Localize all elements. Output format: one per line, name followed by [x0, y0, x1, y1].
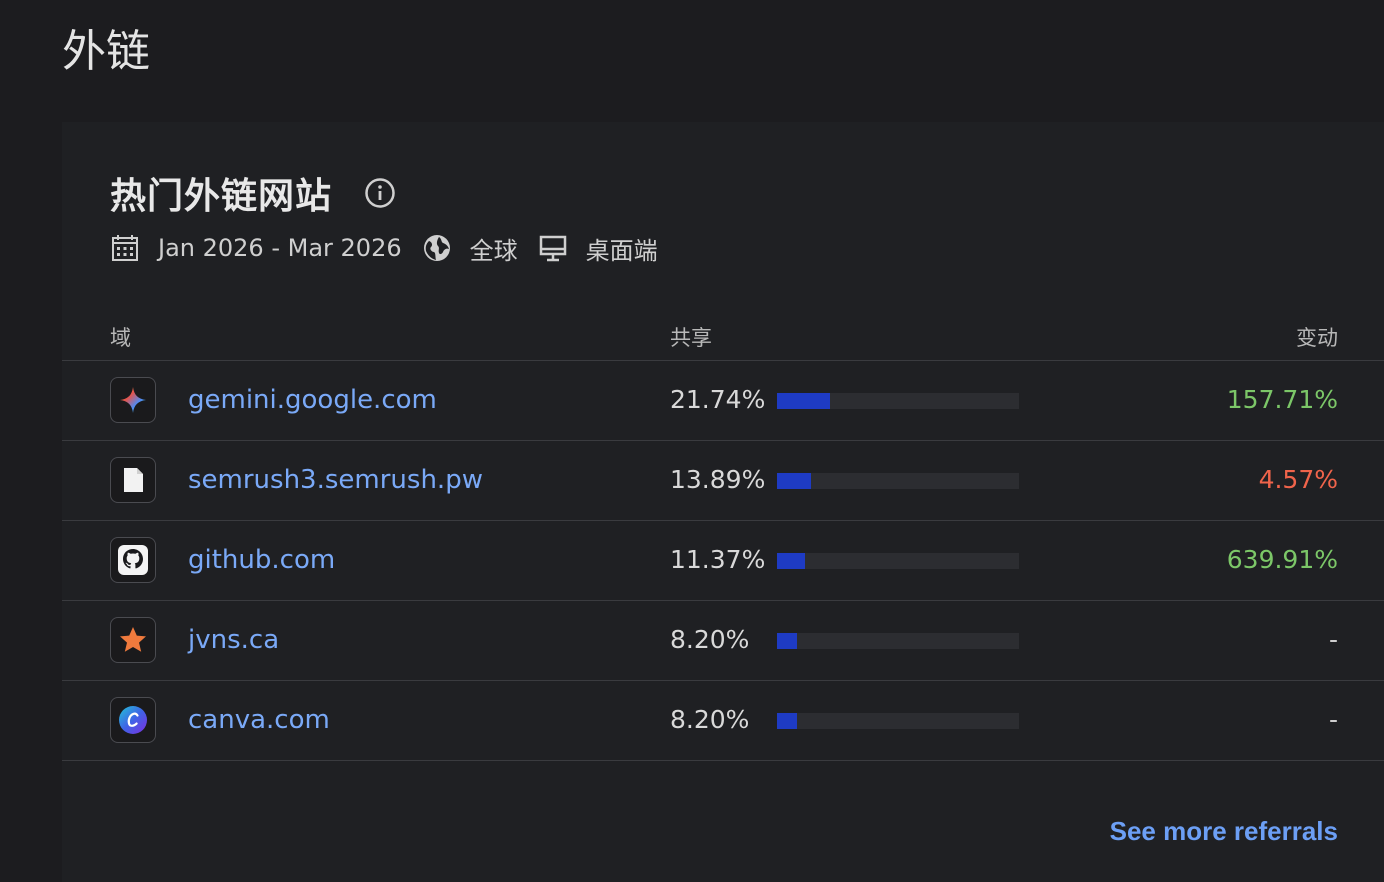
card-header: 热门外链网站: [110, 168, 396, 218]
desktop-icon: [538, 233, 568, 263]
star-icon: [110, 617, 156, 663]
column-header-change[interactable]: 变动: [1296, 322, 1338, 352]
change-value: 157.71%: [1226, 385, 1338, 414]
change-value: -: [1328, 625, 1338, 654]
table-row: canva.com 8.20% -: [62, 680, 1384, 761]
column-header-share[interactable]: 共享: [670, 322, 712, 352]
change-value: -: [1328, 705, 1338, 734]
calendar-icon: [110, 233, 140, 263]
share-bar: [777, 633, 1019, 649]
table-row: jvns.ca 8.20% -: [62, 600, 1384, 680]
page-title: 外链: [62, 26, 150, 77]
share-value: 11.37%: [670, 545, 766, 574]
domain-link[interactable]: github.com: [188, 543, 335, 577]
info-icon[interactable]: [364, 177, 396, 209]
change-value: 639.91%: [1226, 545, 1338, 574]
share-bar-fill: [777, 473, 811, 489]
domain-link[interactable]: canva.com: [188, 703, 330, 737]
share-bar-fill: [777, 553, 805, 569]
share-value: 21.74%: [670, 385, 766, 414]
share-value: 13.89%: [670, 465, 766, 494]
card-title: 热门外链网站: [110, 176, 333, 217]
domain-link[interactable]: jvns.ca: [188, 623, 279, 657]
share-bar-fill: [777, 393, 830, 409]
see-more-referrals-link[interactable]: See more referrals: [1110, 816, 1338, 847]
column-header-domain[interactable]: 域: [110, 322, 131, 352]
region: 全球: [469, 236, 518, 265]
device: 桌面端: [585, 236, 658, 265]
table-row: gemini.google.com 21.74% 157.71%: [62, 360, 1384, 440]
gemini-icon: [110, 377, 156, 423]
date-range: Jan 2026 - Mar 2026: [158, 234, 402, 262]
share-bar: [777, 473, 1019, 489]
share-value: 8.20%: [670, 705, 750, 734]
domain-link[interactable]: gemini.google.com: [188, 383, 437, 417]
share-bar: [777, 713, 1019, 729]
top-referrals-card: 热门外链网站 Jan 2026 - Mar 2026 全球 桌面端 域 共享 变…: [62, 122, 1384, 882]
share-bar-fill: [777, 713, 797, 729]
blank-page-icon: [110, 457, 156, 503]
table-row: semrush3.semrush.pw 13.89% 4.57%: [62, 440, 1384, 520]
table-row: github.com 11.37% 639.91%: [62, 520, 1384, 600]
share-bar: [777, 393, 1019, 409]
share-bar-fill: [777, 633, 797, 649]
github-icon: [110, 537, 156, 583]
globe-icon: [422, 233, 452, 263]
change-value: 4.57%: [1258, 465, 1338, 494]
referrals-table: gemini.google.com 21.74% 157.71% semrush…: [62, 360, 1384, 761]
share-value: 8.20%: [670, 625, 750, 654]
share-bar: [777, 553, 1019, 569]
card-meta: Jan 2026 - Mar 2026 全球 桌面端: [110, 230, 658, 266]
canva-icon: [110, 697, 156, 743]
domain-link[interactable]: semrush3.semrush.pw: [188, 463, 483, 497]
